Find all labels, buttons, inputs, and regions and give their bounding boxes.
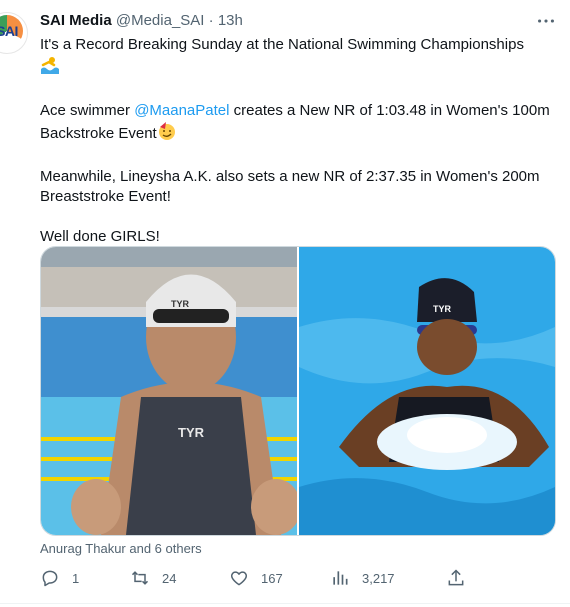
like-button[interactable]: 167 bbox=[229, 566, 283, 590]
divider bbox=[0, 603, 570, 604]
tweet-line-2-prefix: Ace swimmer bbox=[40, 102, 135, 119]
avatar[interactable]: SAI bbox=[0, 12, 28, 54]
left-cap-logo-text: TYR bbox=[171, 299, 189, 309]
heart-icon bbox=[230, 571, 248, 586]
photo-left-swimmer[interactable]: TYR TYR bbox=[41, 247, 297, 535]
mention-link[interactable]: @MaanaPatel bbox=[134, 102, 229, 119]
tweet-header: SAI Media @Media_SAI · 13h bbox=[40, 11, 243, 31]
views-icon bbox=[333, 571, 348, 585]
liked-by-text[interactable]: Anurag Thakur and 6 others bbox=[40, 541, 202, 556]
separator-dot: · bbox=[208, 12, 214, 29]
avatar-logo-text: SAI bbox=[0, 23, 18, 39]
views-button[interactable]: 3,217 bbox=[330, 566, 395, 590]
swimmer-emoji-icon bbox=[40, 55, 60, 81]
share-icon bbox=[448, 569, 464, 586]
retweet-button[interactable]: 24 bbox=[130, 566, 176, 590]
tweet-line-3: Meanwhile, Lineysha A.K. also sets a new… bbox=[40, 168, 540, 205]
more-icon[interactable] bbox=[535, 10, 557, 32]
media-grid[interactable]: TYR TYR TYR bbox=[40, 246, 556, 536]
views-count: 3,217 bbox=[362, 570, 395, 586]
reply-button[interactable]: 1 bbox=[40, 566, 79, 590]
tweet-text: It's a Record Breaking Sunday at the Nat… bbox=[40, 35, 555, 247]
action-bar: 1 24 167 3,217 bbox=[40, 566, 470, 590]
like-count: 167 bbox=[261, 570, 283, 586]
user-handle[interactable]: @Media_SAI bbox=[116, 12, 205, 29]
tweet-line-1: It's a Record Breaking Sunday at the Nat… bbox=[40, 36, 524, 53]
display-name[interactable]: SAI Media bbox=[40, 12, 112, 29]
tweet-card[interactable]: SAI SAI Media @Media_SAI · 13h It's a Re… bbox=[0, 0, 570, 607]
retweet-icon bbox=[131, 571, 149, 585]
party-face-emoji-icon bbox=[157, 121, 177, 147]
right-cap-logo-text: TYR bbox=[433, 304, 451, 314]
retweet-count: 24 bbox=[162, 570, 177, 586]
reply-count: 1 bbox=[72, 570, 80, 586]
tweet-line-4: Well done GIRLS! bbox=[40, 228, 160, 245]
left-suit-logo-text: TYR bbox=[178, 425, 204, 440]
timestamp[interactable]: 13h bbox=[218, 12, 243, 29]
reply-icon bbox=[42, 570, 58, 587]
share-button[interactable] bbox=[446, 566, 466, 590]
photo-right-swimmer[interactable]: TYR bbox=[299, 247, 555, 535]
